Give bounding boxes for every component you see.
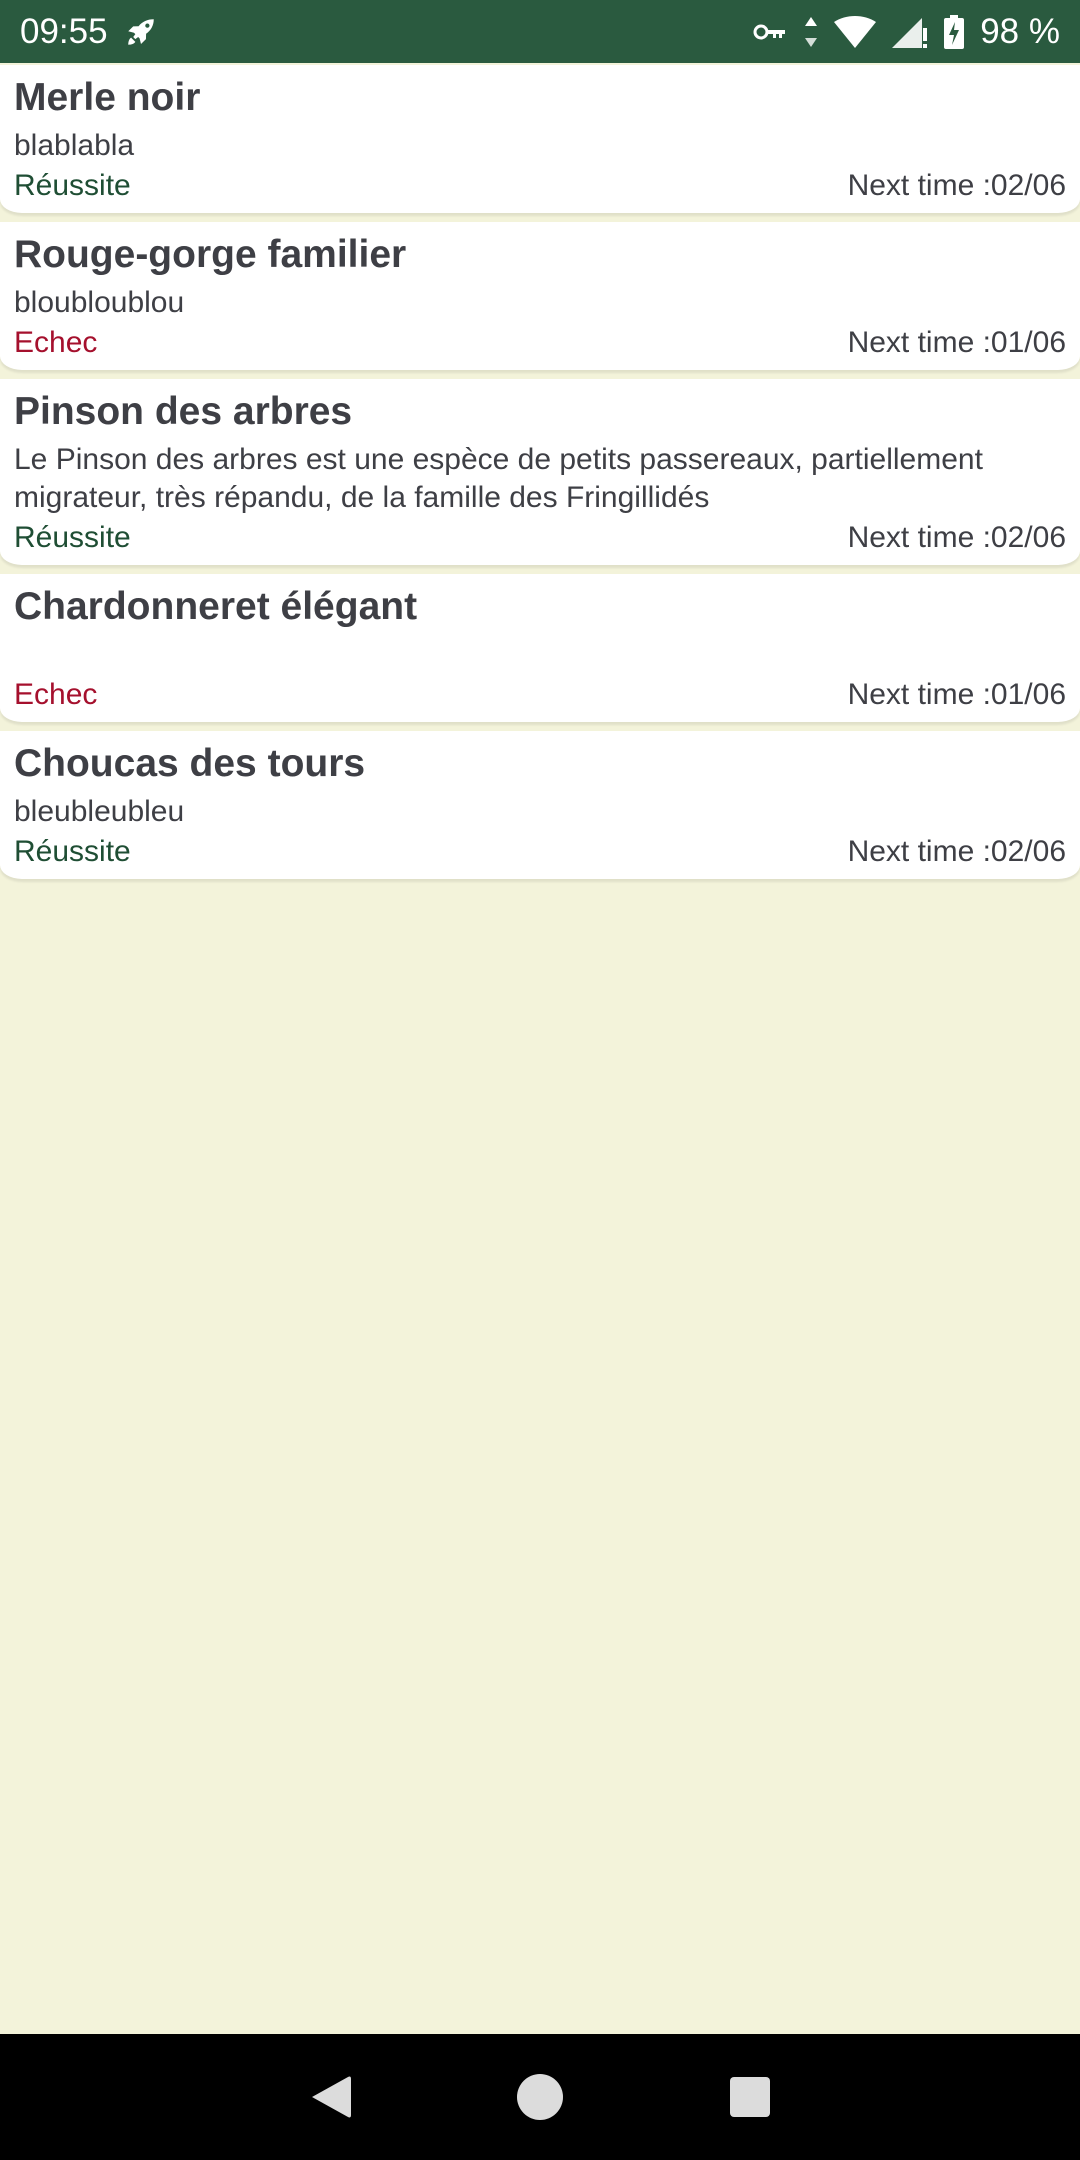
- result-status: Réussite: [14, 521, 131, 554]
- next-time: Next time :02/06: [847, 835, 1066, 868]
- item-footer: Echec Next time :01/06: [14, 322, 1066, 364]
- next-time: Next time :02/06: [847, 521, 1066, 554]
- list-item[interactable]: Chardonneret élégant Echec Next time :01…: [0, 574, 1080, 722]
- next-time: Next time :01/06: [847, 326, 1066, 359]
- battery-charging-icon: [944, 14, 965, 49]
- item-footer: Réussite Next time :02/06: [14, 831, 1066, 873]
- bird-name: Pinson des arbres: [14, 390, 353, 433]
- signal-icon: [892, 16, 928, 48]
- bird-name: Chardonneret élégant: [14, 585, 418, 628]
- list-item[interactable]: Pinson des arbres Le Pinson des arbres e…: [0, 379, 1080, 565]
- navigation-bar: [0, 2034, 1080, 2160]
- bird-description: Le Pinson des arbres est une espèce de p…: [14, 443, 983, 514]
- battery-level: 98 %: [980, 11, 1060, 51]
- next-time: Next time :02/06: [847, 169, 1066, 202]
- status-bar-right: 98 %: [752, 12, 1060, 52]
- home-icon[interactable]: [510, 2067, 570, 2127]
- bird-name: Merle noir: [14, 76, 201, 119]
- item-footer: Réussite Next time :02/06: [14, 165, 1066, 207]
- data-arrows-icon: [804, 16, 818, 47]
- list-item[interactable]: Rouge-gorge familier bloubloublou Echec …: [0, 222, 1080, 370]
- result-status: Echec: [14, 326, 98, 359]
- result-status: Réussite: [14, 169, 131, 202]
- bird-name: Rouge-gorge familier: [14, 233, 407, 276]
- rocket-icon: [124, 15, 158, 49]
- bird-list: Merle noir blablabla Réussite Next time …: [0, 65, 1080, 888]
- list-item[interactable]: Choucas des tours bleubleubleu Réussite …: [0, 731, 1080, 879]
- bird-description: [14, 636, 1066, 674]
- clock: 09:55: [20, 11, 108, 51]
- bird-description: blablabla: [14, 129, 135, 162]
- next-time: Next time :01/06: [847, 678, 1066, 711]
- back-icon[interactable]: [300, 2067, 360, 2127]
- wifi-icon: [834, 15, 877, 48]
- bird-description: bleubleubleu: [14, 795, 185, 828]
- item-footer: Echec Next time :01/06: [14, 674, 1066, 716]
- status-bar-left: 09:55: [20, 12, 158, 52]
- bird-name: Choucas des tours: [14, 742, 366, 785]
- list-item[interactable]: Merle noir blablabla Réussite Next time …: [0, 65, 1080, 213]
- status-bar: 09:55 98 %: [0, 0, 1080, 63]
- vpn-key-icon: [752, 20, 788, 44]
- recents-icon[interactable]: [720, 2067, 780, 2127]
- result-status: Réussite: [14, 835, 131, 868]
- item-footer: Réussite Next time :02/06: [14, 517, 1066, 559]
- result-status: Echec: [14, 678, 98, 711]
- bird-description: bloubloublou: [14, 286, 185, 319]
